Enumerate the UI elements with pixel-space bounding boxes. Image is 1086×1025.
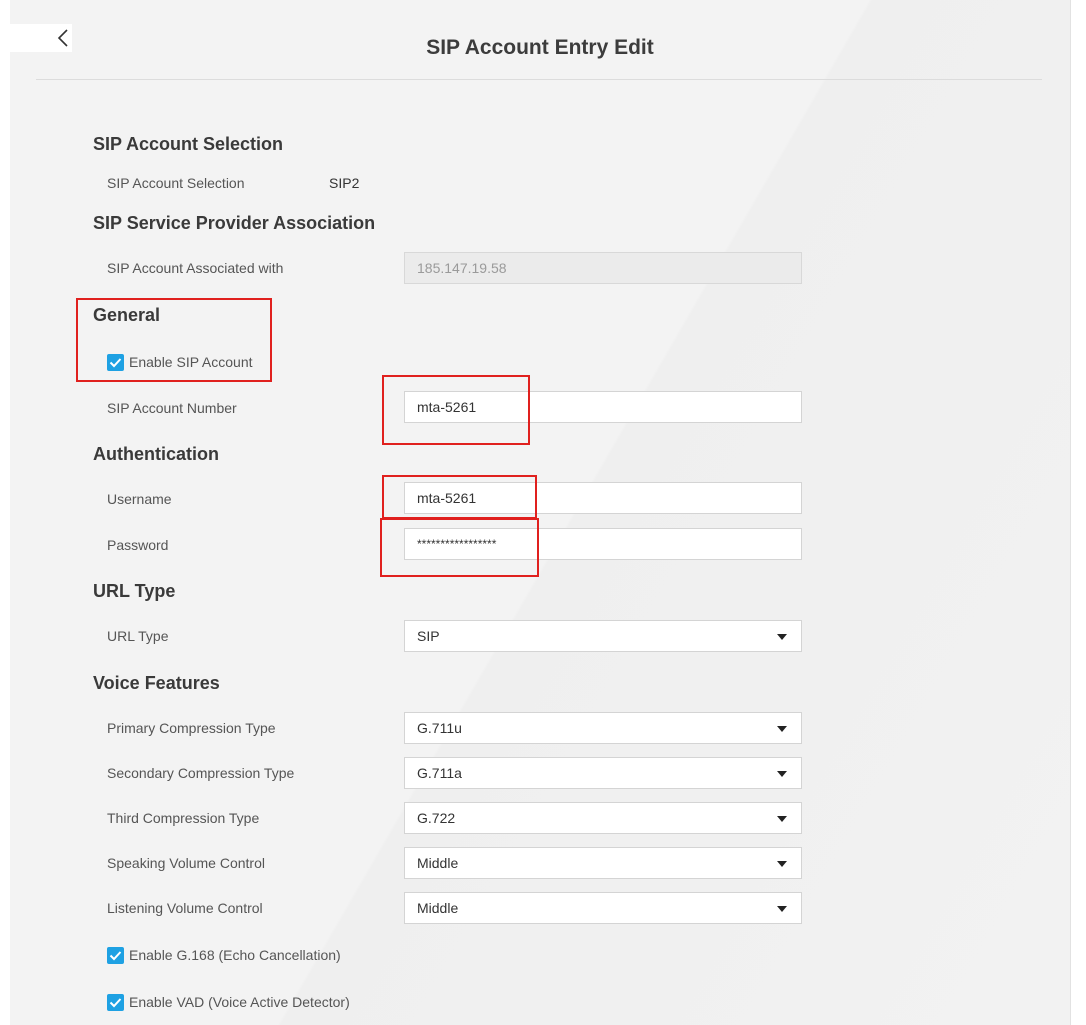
header-divider — [36, 79, 1042, 80]
checkmark-icon — [109, 357, 122, 367]
page-title: SIP Account Entry Edit — [426, 36, 654, 59]
listening-volume-label: Listening Volume Control — [107, 900, 263, 916]
sip-account-number-label: SIP Account Number — [107, 400, 237, 416]
username-input[interactable]: mta-5261 — [404, 482, 802, 514]
primary-compression-label: Primary Compression Type — [107, 720, 276, 736]
secondary-compression-label: Secondary Compression Type — [107, 765, 295, 781]
section-title-sip-account-selection: SIP Account Selection — [93, 134, 284, 154]
section-title-authentication: Authentication — [93, 444, 219, 464]
enable-sip-account-checkbox[interactable] — [107, 353, 124, 371]
enable-vad-label: Enable VAD (Voice Active Detector) — [129, 994, 350, 1010]
password-label: Password — [107, 537, 169, 553]
secondary-compression-select[interactable]: G.711a — [404, 757, 802, 789]
enable-echo-cancellation-label: Enable G.168 (Echo Cancellation) — [129, 947, 341, 963]
sip-account-associated-field: 185.147.19.58 — [404, 252, 802, 284]
caret-down-icon — [777, 861, 787, 867]
primary-compression-select[interactable]: G.711u — [404, 712, 802, 744]
third-compression-value: G.722 — [417, 810, 456, 826]
caret-down-icon — [777, 906, 787, 912]
password-input[interactable]: ***************** — [404, 528, 802, 560]
secondary-compression-value: G.711a — [417, 765, 462, 781]
caret-down-icon — [777, 771, 787, 777]
enable-echo-cancellation-checkbox[interactable] — [107, 946, 124, 964]
third-compression-select[interactable]: G.722 — [404, 802, 802, 834]
username-label: Username — [107, 491, 172, 507]
speaking-volume-label: Speaking Volume Control — [107, 855, 265, 871]
caret-down-icon — [777, 816, 787, 822]
enable-echo-cancellation-row[interactable]: Enable G.168 (Echo Cancellation) — [107, 946, 341, 964]
checkmark-icon — [109, 997, 122, 1007]
speaking-volume-value: Middle — [417, 855, 459, 871]
checkmark-icon — [109, 950, 122, 960]
enable-sip-account-label: Enable SIP Account — [129, 354, 253, 370]
section-title-provider-association: SIP Service Provider Association — [93, 213, 376, 233]
url-type-select[interactable]: SIP — [404, 620, 802, 652]
sip-account-associated-label: SIP Account Associated with — [107, 260, 284, 276]
sip-account-selection-value: SIP2 — [329, 175, 360, 191]
listening-volume-select[interactable]: Middle — [404, 892, 802, 924]
enable-vad-row[interactable]: Enable VAD (Voice Active Detector) — [107, 993, 350, 1011]
third-compression-label: Third Compression Type — [107, 810, 260, 826]
sip-account-number-input[interactable]: mta-5261 — [404, 391, 802, 423]
primary-compression-value: G.711u — [417, 720, 462, 736]
url-type-value: SIP — [417, 628, 440, 644]
enable-vad-checkbox[interactable] — [107, 993, 124, 1011]
caret-down-icon — [777, 634, 787, 640]
sip-account-selection-label: SIP Account Selection — [107, 175, 245, 191]
section-title-url-type: URL Type — [93, 581, 176, 601]
enable-sip-account-row[interactable]: Enable SIP Account — [107, 353, 253, 371]
speaking-volume-select[interactable]: Middle — [404, 847, 802, 879]
section-title-general: General — [93, 305, 161, 325]
listening-volume-value: Middle — [417, 900, 459, 916]
url-type-label: URL Type — [107, 628, 169, 644]
caret-down-icon — [777, 726, 787, 732]
section-title-voice-features: Voice Features — [93, 673, 220, 693]
